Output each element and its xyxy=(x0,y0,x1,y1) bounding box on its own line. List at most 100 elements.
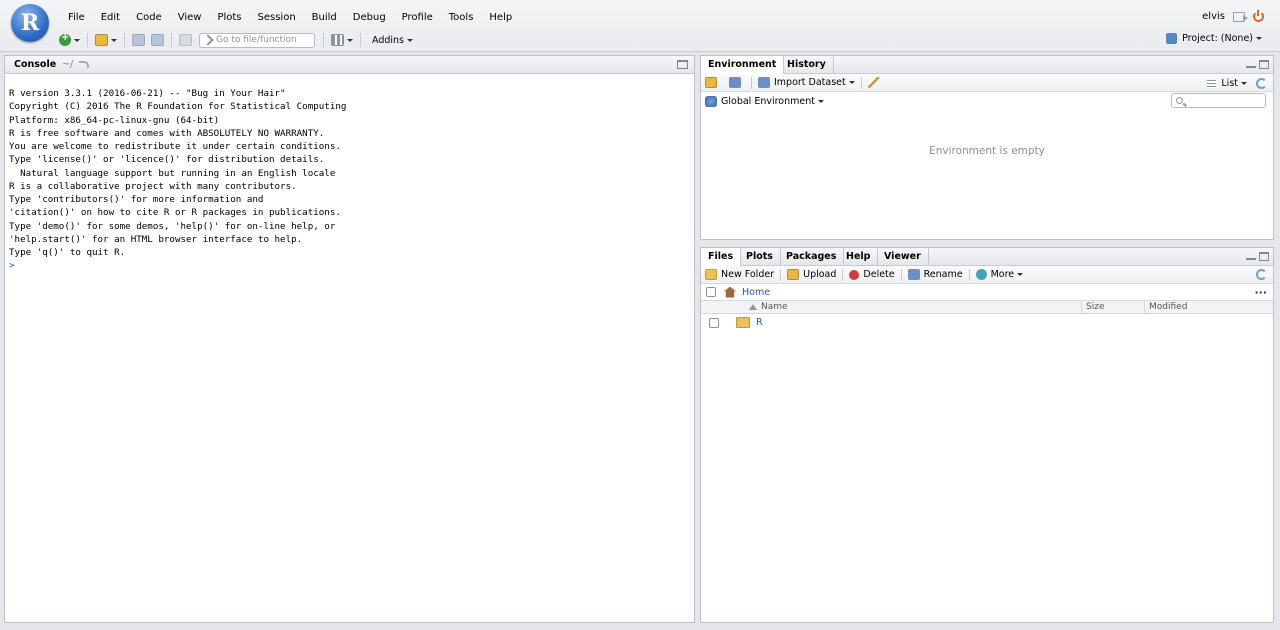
console-line: Type 'license()' or 'licence()' for dist… xyxy=(9,154,325,166)
user-area: elvis xyxy=(1202,10,1264,22)
go-to-directory-icon[interactable] xyxy=(79,61,89,68)
files-pane: Files Plots Packages Help Viewer New Fol… xyxy=(700,247,1274,623)
delete-button[interactable]: Delete xyxy=(845,269,898,280)
chevron-down-icon xyxy=(817,99,824,103)
project-icon xyxy=(1166,33,1178,44)
maximize-icon[interactable] xyxy=(1259,252,1269,261)
breadcrumb-home[interactable]: Home xyxy=(742,287,770,298)
upload-button[interactable]: Upload xyxy=(783,269,840,280)
more-button[interactable]: More xyxy=(972,269,1028,280)
console-line: Natural language support but running in … xyxy=(9,167,336,179)
environment-scope-dropdown[interactable]: Global Environment xyxy=(701,95,828,107)
toolbar-divider xyxy=(323,33,324,47)
new-file-button[interactable] xyxy=(56,31,83,49)
menu-debug[interactable]: Debug xyxy=(345,11,394,25)
console-prompt[interactable]: > xyxy=(9,259,690,272)
project-label: Project: (None) xyxy=(1182,33,1253,44)
go-to-file-input[interactable]: Go to file/function xyxy=(199,32,315,48)
files-header: Files Plots Packages Help Viewer xyxy=(701,248,1273,267)
view-mode-dropdown[interactable]: List xyxy=(1207,78,1247,89)
save-workspace-button[interactable] xyxy=(725,77,749,88)
menu-profile[interactable]: Profile xyxy=(394,11,441,25)
sort-ascending-icon xyxy=(749,304,757,310)
table-row[interactable]: R xyxy=(701,313,1273,332)
top-bar: R File Edit Code View Plots Session Buil… xyxy=(0,0,1280,52)
load-workspace-button[interactable] xyxy=(701,77,725,88)
clear-workspace-button[interactable] xyxy=(864,77,888,88)
maximize-icon[interactable] xyxy=(1259,60,1269,69)
addins-label: Addins xyxy=(372,34,405,46)
save-button[interactable] xyxy=(129,31,148,49)
open-folder-icon xyxy=(95,34,108,46)
go-to-directory-button[interactable]: ··· xyxy=(1254,286,1267,299)
menu-session[interactable]: Session xyxy=(250,11,304,25)
print-button[interactable] xyxy=(176,31,195,49)
sign-out-icon[interactable] xyxy=(1233,11,1248,22)
files-toolbar: New Folder Upload Delete Rename More xyxy=(701,266,1273,284)
chevron-down-icon xyxy=(74,38,80,42)
menu-bar: File Edit Code View Plots Session Build … xyxy=(60,11,520,25)
console-output[interactable]: R version 3.3.1 (2016-06-21) -- "Bug in … xyxy=(9,87,690,273)
console-title[interactable]: Console xyxy=(14,59,56,70)
new-file-icon xyxy=(59,32,71,46)
chevron-down-icon xyxy=(407,38,414,42)
tab-environment[interactable]: Environment xyxy=(701,56,785,75)
console-line: Platform: x86_64-pc-linux-gnu (64-bit) xyxy=(9,114,220,126)
minimize-icon[interactable] xyxy=(1246,252,1256,260)
menu-file[interactable]: File xyxy=(60,11,93,25)
console-line: R is free software and comes with ABSOLU… xyxy=(9,127,325,139)
import-dataset-label: Import Dataset xyxy=(774,77,846,88)
new-folder-button[interactable]: New Folder xyxy=(701,269,778,280)
addins-button[interactable]: Addins xyxy=(365,31,416,49)
menu-build[interactable]: Build xyxy=(304,11,345,25)
toolbar-divider xyxy=(751,76,752,89)
new-folder-label: New Folder xyxy=(721,269,775,280)
console-line: R is a collaborative project with many c… xyxy=(9,180,297,192)
menu-edit[interactable]: Edit xyxy=(93,11,128,25)
pane-layout-button[interactable] xyxy=(328,31,356,49)
environment-header: Environment History xyxy=(701,56,1273,75)
r-logo: R xyxy=(11,4,49,42)
delete-icon xyxy=(849,269,860,280)
breadcrumb: Home ··· xyxy=(701,284,1273,301)
toolbar-divider xyxy=(842,268,844,281)
environment-empty-message: Environment is empty xyxy=(929,145,1045,157)
minimize-icon[interactable] xyxy=(1246,60,1256,68)
menu-help[interactable]: Help xyxy=(481,11,520,25)
quit-session-icon[interactable] xyxy=(1253,10,1264,22)
environment-pane: Environment History Import Dataset List … xyxy=(700,55,1274,240)
tab-plots[interactable]: Plots xyxy=(739,248,781,266)
project-menu[interactable]: Project: (None) xyxy=(1166,33,1262,44)
home-icon[interactable] xyxy=(724,286,736,298)
menu-plots[interactable]: Plots xyxy=(209,11,249,25)
console-line: Copyright (C) 2016 The R Foundation for … xyxy=(9,101,347,113)
tab-history[interactable]: History xyxy=(780,56,834,74)
delete-label: Delete xyxy=(863,269,895,280)
refresh-icon[interactable] xyxy=(1256,269,1267,280)
select-all-checkbox[interactable] xyxy=(706,287,716,297)
main-toolbar: Go to file/function Addins xyxy=(56,31,416,49)
toolbar-divider xyxy=(360,33,361,47)
import-dataset-button[interactable]: Import Dataset xyxy=(754,77,859,88)
view-mode-label: List xyxy=(1221,78,1238,89)
more-label: More xyxy=(990,269,1015,280)
save-all-button[interactable] xyxy=(148,31,167,49)
tab-viewer[interactable]: Viewer xyxy=(877,248,929,266)
open-file-button[interactable] xyxy=(92,31,120,49)
refresh-icon[interactable] xyxy=(1256,78,1267,89)
menu-code[interactable]: Code xyxy=(128,11,170,25)
list-icon xyxy=(1207,79,1217,88)
tab-packages[interactable]: Packages xyxy=(779,248,845,266)
tab-help[interactable]: Help xyxy=(839,248,879,266)
chevron-down-icon xyxy=(111,38,117,42)
rename-button[interactable]: Rename xyxy=(904,269,967,280)
environment-search-input[interactable] xyxy=(1171,93,1266,108)
tab-files[interactable]: Files xyxy=(701,248,742,267)
environment-icon xyxy=(705,95,717,107)
menu-tools[interactable]: Tools xyxy=(441,11,482,25)
menu-view[interactable]: View xyxy=(170,11,210,25)
file-name-link[interactable]: R xyxy=(756,317,763,328)
gear-icon xyxy=(975,269,987,280)
row-checkbox[interactable] xyxy=(709,317,719,328)
restore-pane-icon[interactable] xyxy=(677,60,688,69)
